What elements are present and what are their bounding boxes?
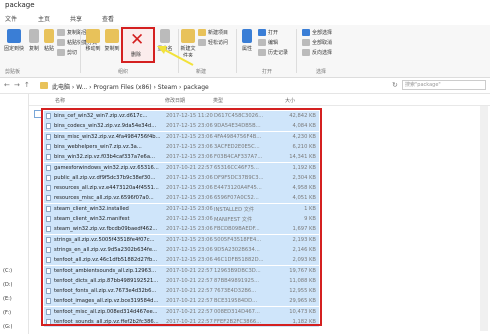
drive-item[interactable]: (D:)	[3, 282, 12, 288]
pin-button[interactable]: 固定到快速访问	[2, 29, 26, 51]
scrollbar[interactable]	[480, 106, 488, 331]
edit-button[interactable]: 编辑	[258, 39, 278, 46]
scissors-icon	[57, 49, 65, 56]
select-group-label: 选择	[316, 69, 327, 75]
column-name[interactable]: 名称	[55, 97, 65, 104]
copy-to-icon	[105, 29, 119, 43]
select-all-button[interactable]: 全部选择	[302, 29, 332, 36]
open-group-label: 打开	[262, 69, 273, 75]
select-none-icon	[302, 39, 310, 46]
breadcrumb[interactable]: 此电脑 › W... › Program Files (x86) › Steam…	[52, 82, 209, 91]
copy-path-button[interactable]: 复制路径	[57, 29, 87, 36]
invert-selection-icon	[302, 49, 310, 56]
edit-icon	[258, 39, 266, 46]
tab-share[interactable]: 共享	[70, 14, 82, 23]
copy-to-button[interactable]: 复制到	[103, 29, 121, 52]
paste-icon	[44, 29, 54, 43]
drive-item[interactable]: (E:)	[3, 296, 12, 302]
copy-button[interactable]: 复制	[27, 29, 41, 52]
history-icon	[258, 49, 266, 56]
window-title: package	[5, 1, 35, 9]
folder-icon	[40, 82, 48, 89]
properties-button[interactable]: 属性	[240, 29, 254, 52]
delete-icon: ✕	[130, 30, 145, 50]
delete-label: 删除	[131, 52, 142, 58]
column-headers: 名称 修改日期 类型 大小	[29, 94, 490, 106]
copy-icon	[29, 29, 39, 43]
paste-button[interactable]: 粘贴	[42, 29, 56, 52]
rename-icon	[160, 29, 170, 43]
move-to-icon	[86, 29, 100, 43]
organize-group-label: 组织	[118, 69, 129, 75]
menu-bar: 文件 主页 共享 查看	[0, 11, 490, 25]
title-bar: package	[0, 0, 490, 11]
ribbon-divider	[236, 29, 237, 73]
drive-item[interactable]: (C:)	[3, 268, 12, 274]
history-button[interactable]: 历史记录	[258, 49, 288, 56]
selection-highlight-box	[41, 108, 322, 326]
navigation-pane: (C:) (D:) (E:) (F:) (G:)	[0, 94, 29, 334]
select-all-icon	[302, 29, 310, 36]
column-size[interactable]: 大小	[285, 97, 295, 104]
forward-icon[interactable]: →	[14, 81, 20, 89]
select-none-button[interactable]: 全部取消	[302, 39, 332, 46]
up-icon[interactable]: ↑	[24, 81, 30, 89]
cut-button[interactable]: 剪切	[57, 49, 77, 56]
open-icon	[258, 29, 266, 36]
pin-icon	[7, 29, 21, 43]
tab-home[interactable]: 主页	[38, 14, 50, 23]
easy-access-button[interactable]: 轻松访问	[198, 39, 228, 46]
column-type[interactable]: 类型	[213, 97, 223, 104]
easy-access-icon	[198, 39, 206, 46]
address-bar: ← → ↑ 此电脑 › W... › Program Files (x86) ›…	[0, 78, 490, 94]
ribbon-divider	[296, 29, 297, 73]
drive-item[interactable]: (F:)	[3, 310, 11, 316]
drive-item[interactable]: (G:)	[3, 324, 12, 330]
invert-selection-button[interactable]: 反向选择	[302, 49, 332, 56]
paste-shortcut-icon	[57, 39, 65, 46]
delete-button[interactable]: ✕ 删除	[121, 27, 155, 63]
open-button[interactable]: 打开	[258, 29, 278, 36]
new-item-button[interactable]: 新建项目	[198, 29, 228, 36]
clipboard-group-label: 剪贴板	[5, 69, 21, 75]
refresh-icon[interactable]: ↻	[392, 81, 398, 89]
back-icon[interactable]: ←	[4, 81, 10, 89]
new-group-label: 新建	[196, 69, 207, 75]
tab-view[interactable]: 查看	[102, 14, 114, 23]
tab-file[interactable]: 文件	[5, 14, 17, 23]
annotation-arrow	[157, 46, 194, 66]
new-item-icon	[198, 29, 206, 36]
search-input[interactable]: 搜索"package"	[402, 80, 486, 90]
ribbon-divider	[80, 29, 81, 73]
copy-path-icon	[57, 29, 65, 36]
properties-icon	[242, 29, 252, 43]
ribbon: 固定到快速访问 复制 粘贴 复制路径 粘贴快捷方式 剪切 剪贴板 移动到 复制到…	[0, 25, 490, 78]
folder-icon	[181, 29, 195, 43]
column-date[interactable]: 修改日期	[165, 97, 185, 104]
move-to-button[interactable]: 移动到	[84, 29, 102, 52]
